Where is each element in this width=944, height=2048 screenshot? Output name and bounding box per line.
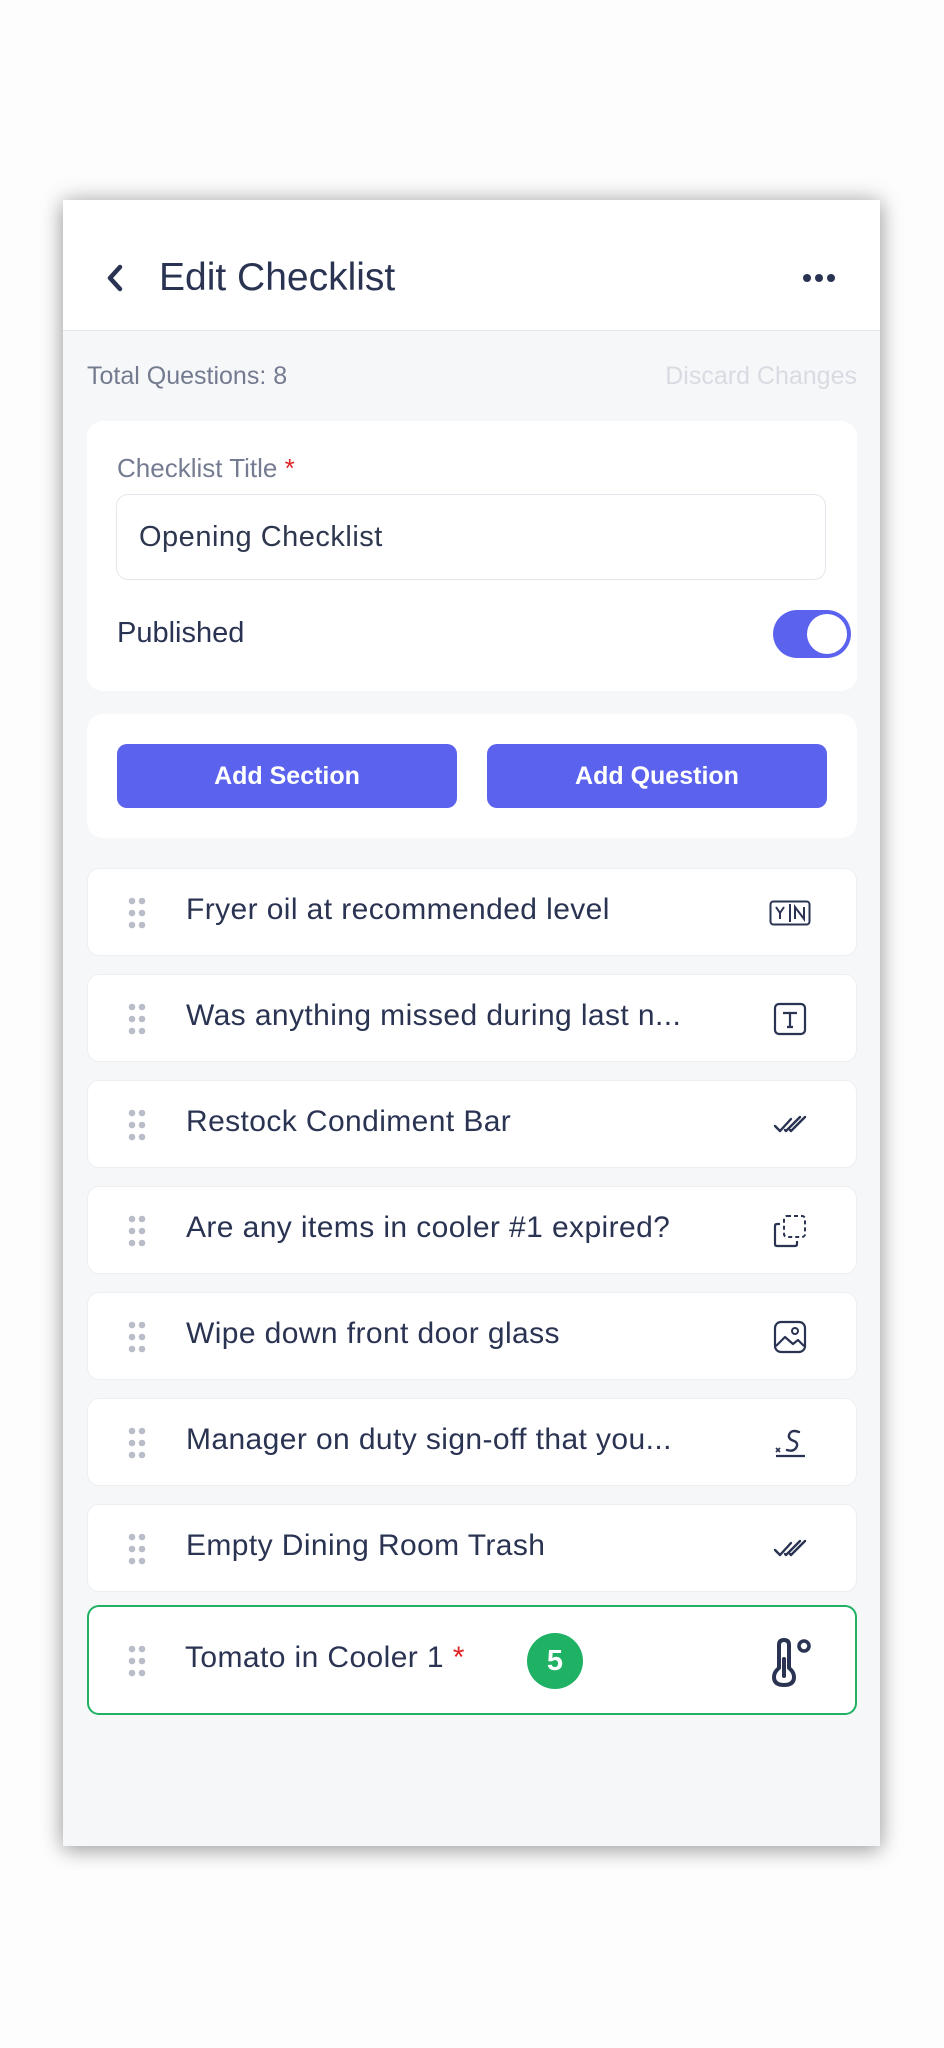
question-text: Restock Condiment Bar xyxy=(186,1105,512,1138)
double-check-icon xyxy=(773,1539,807,1557)
question-text: Are any items in cooler #1 expired? xyxy=(186,1211,671,1244)
drag-handle-icon[interactable] xyxy=(128,1003,146,1035)
temperature-icon xyxy=(772,1638,811,1687)
more-horizontal-icon xyxy=(803,274,835,282)
checklist-title-input[interactable] xyxy=(116,494,826,580)
question-text: Wipe down front door glass xyxy=(186,1317,560,1350)
double-check-icon xyxy=(773,1115,807,1133)
photo-icon xyxy=(773,1320,807,1354)
drag-handle-icon[interactable] xyxy=(128,1109,146,1141)
total-questions: Total Questions: 8 xyxy=(87,362,288,390)
question-text: Manager on duty sign-off that you... xyxy=(186,1423,672,1456)
yes-no-icon xyxy=(769,900,811,926)
required-indicator: * xyxy=(284,453,295,483)
question-row[interactable]: Fryer oil at recommended level xyxy=(87,868,857,956)
text-icon xyxy=(773,1002,807,1036)
drag-handle-icon[interactable] xyxy=(128,1215,146,1247)
question-row-active[interactable]: Tomato in Cooler 1 * 5 xyxy=(87,1605,857,1715)
header: Edit Checklist xyxy=(63,200,880,331)
question-row[interactable]: Was anything missed during last n... xyxy=(87,974,857,1062)
checklist-title-label: Checklist Title * xyxy=(117,453,295,484)
discard-changes-button[interactable]: Discard Changes xyxy=(665,362,857,391)
chevron-left-icon xyxy=(107,264,123,292)
checklist-settings-card: Checklist Title * Published xyxy=(87,421,857,691)
question-text: Was anything missed during last n... xyxy=(186,999,682,1032)
add-section-button[interactable]: Add Section xyxy=(117,744,457,808)
more-options-button[interactable] xyxy=(797,260,841,296)
checklist-title-label-text: Checklist Title xyxy=(117,453,278,483)
count-badge: 5 xyxy=(527,1633,583,1689)
question-text: Tomato in Cooler 1 * xyxy=(185,1641,465,1675)
question-text: Fryer oil at recommended level xyxy=(186,893,610,926)
question-text: Empty Dining Room Trash xyxy=(186,1529,546,1562)
back-button[interactable] xyxy=(95,258,135,298)
multiple-choice-icon xyxy=(773,1215,806,1248)
required-indicator: * xyxy=(452,1641,465,1674)
drag-handle-icon[interactable] xyxy=(128,1533,146,1565)
question-row[interactable]: Restock Condiment Bar xyxy=(87,1080,857,1168)
toggle-knob xyxy=(807,614,847,654)
drag-handle-icon[interactable] xyxy=(128,1427,146,1459)
question-row[interactable]: Empty Dining Room Trash xyxy=(87,1504,857,1592)
published-label: Published xyxy=(117,617,245,649)
question-row[interactable]: Are any items in cooler #1 expired? xyxy=(87,1186,857,1274)
published-toggle[interactable] xyxy=(773,610,851,658)
question-row[interactable]: Manager on duty sign-off that you... xyxy=(87,1398,857,1486)
app-screen: Edit Checklist Total Questions: 8 Discar… xyxy=(63,200,880,1846)
drag-handle-icon[interactable] xyxy=(128,897,146,929)
page-title: Edit Checklist xyxy=(159,256,396,299)
actions-card: Add Section Add Question xyxy=(87,714,857,838)
summary-bar: Total Questions: 8 Discard Changes xyxy=(87,360,857,394)
drag-handle-icon[interactable] xyxy=(128,1645,146,1677)
add-question-button[interactable]: Add Question xyxy=(487,744,827,808)
question-text-label: Tomato in Cooler 1 xyxy=(185,1641,444,1674)
question-row[interactable]: Wipe down front door glass xyxy=(87,1292,857,1380)
signature-icon xyxy=(775,1429,805,1458)
drag-handle-icon[interactable] xyxy=(128,1321,146,1353)
